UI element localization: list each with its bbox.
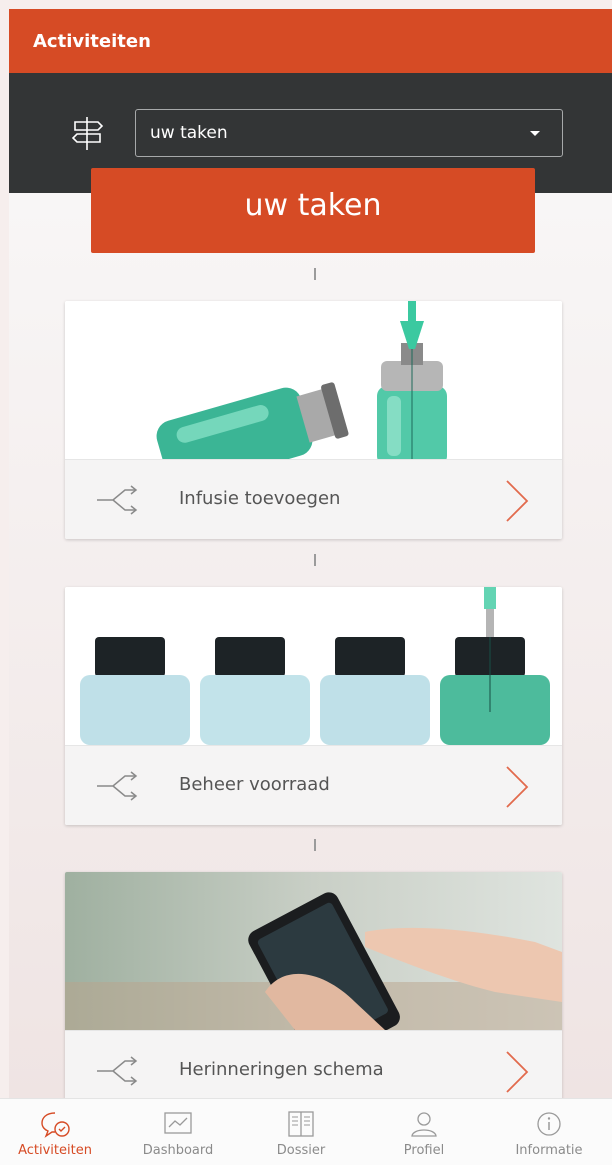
flow-icon — [97, 485, 138, 515]
tab-dossier[interactable]: Dossier — [246, 1099, 356, 1165]
flow-icon — [97, 1056, 138, 1086]
task-filter-select[interactable]: uw taken — [135, 109, 563, 157]
info-icon — [537, 1112, 561, 1136]
tab-dashboard[interactable]: Dashboard — [123, 1099, 233, 1165]
page-title: Activiteiten — [33, 31, 151, 52]
card-label: Infusie toevoegen — [179, 488, 341, 509]
activity-card-reminders[interactable]: Herinneringen schema — [65, 872, 562, 1110]
activity-list: uw taken Infusie toevoegen Beheer voorra… — [9, 168, 612, 1110]
bottom-tab-bar: Activiteiten Dashboard Dossier Profiel I… — [0, 1098, 612, 1165]
chat-check-icon — [41, 1112, 70, 1138]
tab-label: Dossier — [276, 1143, 326, 1158]
connector-line — [314, 268, 316, 280]
card-label: Herinneringen schema — [179, 1059, 384, 1080]
chevron-right-icon[interactable] — [504, 478, 530, 524]
caret-down-icon — [530, 131, 540, 136]
task-filter-value: uw taken — [150, 123, 228, 143]
tab-label: Dashboard — [142, 1143, 214, 1158]
app-header: Activiteiten — [9, 9, 612, 73]
tab-informatie[interactable]: Informatie — [494, 1099, 604, 1165]
section-banner-title: uw taken — [244, 188, 382, 223]
chevron-right-icon[interactable] — [504, 764, 530, 810]
stock-vials-image — [65, 587, 562, 745]
tab-activiteiten[interactable]: Activiteiten — [0, 1099, 110, 1165]
connector-line — [314, 554, 316, 566]
infusion-vials-image — [65, 301, 562, 459]
signpost-icon — [71, 117, 104, 150]
card-footer: Beheer voorraad — [65, 745, 562, 825]
user-icon — [411, 1112, 437, 1137]
card-label: Beheer voorraad — [179, 774, 330, 795]
smartphone-hands-image — [65, 872, 562, 1030]
chevron-right-icon[interactable] — [504, 1049, 530, 1095]
section-banner: uw taken — [91, 168, 535, 253]
activity-card-infusion[interactable]: Infusie toevoegen — [65, 301, 562, 539]
book-icon — [288, 1111, 314, 1137]
card-footer: Infusie toevoegen — [65, 459, 562, 539]
tab-label: Informatie — [515, 1143, 583, 1158]
connector-line — [314, 839, 316, 851]
tab-profiel[interactable]: Profiel — [369, 1099, 479, 1165]
tab-label: Activiteiten — [18, 1143, 92, 1158]
chart-icon — [164, 1112, 192, 1134]
flow-icon — [97, 771, 138, 801]
activity-card-stock[interactable]: Beheer voorraad — [65, 587, 562, 825]
tab-label: Profiel — [403, 1143, 445, 1158]
